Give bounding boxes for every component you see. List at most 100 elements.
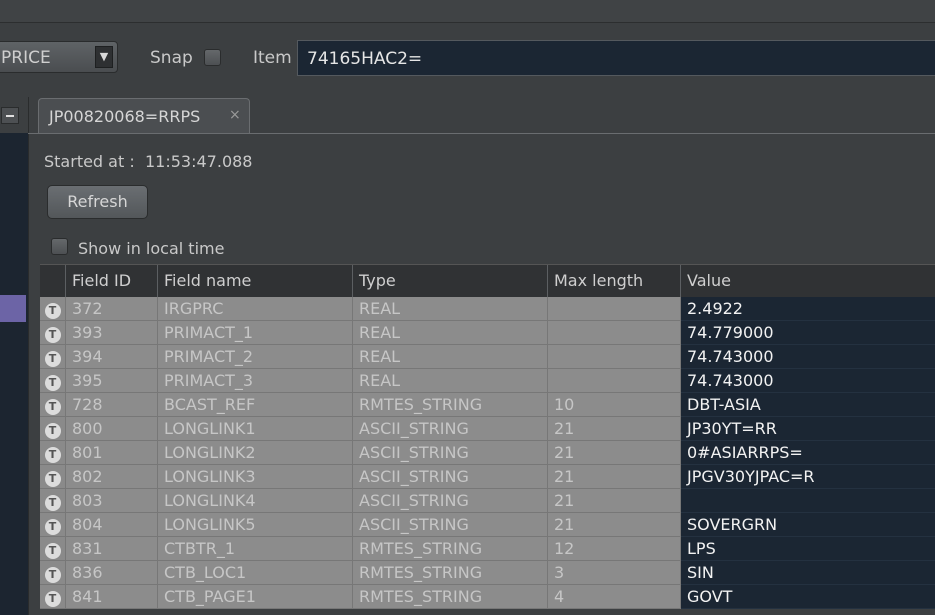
row-type-icon: T bbox=[40, 561, 66, 585]
table-row[interactable]: T 372 IRGPRC REAL 2.4922 bbox=[40, 297, 935, 321]
table-row[interactable]: T 831 CTBTR_1 RMTES_STRING 12 LPS bbox=[40, 537, 935, 561]
field-name-cell: CTBTR_1 bbox=[158, 537, 353, 561]
row-type-icon: T bbox=[40, 321, 66, 345]
field-name-cell: PRIMACT_1 bbox=[158, 321, 353, 345]
type-cell: REAL bbox=[353, 297, 548, 321]
table-row[interactable]: T 802 LONGLINK3 ASCII_STRING 21 JPGV30YJPAC=R bbox=[40, 465, 935, 489]
type-cell: RMTES_STRING bbox=[353, 561, 548, 585]
table-row[interactable]: T 836 CTB_LOC1 RMTES_STRING 3 SIN bbox=[40, 561, 935, 585]
left-panel bbox=[0, 97, 29, 615]
started-at-time: 11:53:47.088 bbox=[145, 152, 253, 171]
row-type-icon: T bbox=[40, 417, 66, 441]
started-at-label: Started at : bbox=[44, 152, 135, 171]
info-icon: T bbox=[44, 471, 61, 487]
value-cell: GOVT bbox=[681, 585, 935, 609]
value-cell: SIN bbox=[681, 561, 935, 585]
table-header: Field ID Field name Type Max length Valu… bbox=[40, 264, 935, 297]
max-length-cell: 21 bbox=[548, 417, 681, 441]
combo-value: PRICE bbox=[1, 48, 51, 68]
max-length-cell: 21 bbox=[548, 513, 681, 537]
field-name-cell: IRGPRC bbox=[158, 297, 353, 321]
table-row[interactable]: T 394 PRIMACT_2 REAL 74.743000 bbox=[40, 345, 935, 369]
field-name-cell: PRIMACT_3 bbox=[158, 369, 353, 393]
max-length-cell: 21 bbox=[548, 465, 681, 489]
local-time-checkbox[interactable] bbox=[51, 238, 68, 255]
header-value[interactable]: Value bbox=[681, 265, 935, 297]
row-type-icon: T bbox=[40, 393, 66, 417]
max-length-cell bbox=[548, 369, 681, 393]
max-length-cell: 21 bbox=[548, 441, 681, 465]
field-id-cell: 728 bbox=[66, 393, 158, 417]
max-length-cell: 10 bbox=[548, 393, 681, 417]
row-type-icon: T bbox=[40, 441, 66, 465]
refresh-button[interactable]: Refresh bbox=[47, 185, 148, 219]
value-cell: 74.743000 bbox=[681, 345, 935, 369]
table-row[interactable]: T 800 LONGLINK1 ASCII_STRING 21 JP30YT=RR bbox=[40, 417, 935, 441]
type-cell: ASCII_STRING bbox=[353, 513, 548, 537]
field-id-cell: 394 bbox=[66, 345, 158, 369]
field-name-cell: PRIMACT_2 bbox=[158, 345, 353, 369]
item-input[interactable]: 74165HAC2= bbox=[297, 40, 935, 76]
info-icon: T bbox=[44, 399, 61, 415]
item-label: Item bbox=[253, 48, 292, 68]
field-id-cell: 836 bbox=[66, 561, 158, 585]
field-set-combobox[interactable]: PRICE ▼ bbox=[0, 41, 118, 73]
field-id-cell: 841 bbox=[66, 585, 158, 609]
type-cell: RMTES_STRING bbox=[353, 537, 548, 561]
value-cell: LPS bbox=[681, 537, 935, 561]
type-cell: ASCII_STRING bbox=[353, 489, 548, 513]
field-id-cell: 804 bbox=[66, 513, 158, 537]
header-icon-column bbox=[40, 265, 66, 297]
type-cell: ASCII_STRING bbox=[353, 417, 548, 441]
table-row[interactable]: T 728 BCAST_REF RMTES_STRING 10 DBT-ASIA bbox=[40, 393, 935, 417]
header-max-length[interactable]: Max length bbox=[548, 265, 681, 297]
max-length-cell bbox=[548, 321, 681, 345]
table-row[interactable]: T 804 LONGLINK5 ASCII_STRING 21 SOVERGRN bbox=[40, 513, 935, 537]
tab-ric[interactable]: JP00820068=RRPS × bbox=[38, 98, 250, 134]
close-icon[interactable]: × bbox=[229, 107, 241, 123]
fields-table: Field ID Field name Type Max length Valu… bbox=[40, 264, 935, 615]
row-type-icon: T bbox=[40, 489, 66, 513]
type-cell: ASCII_STRING bbox=[353, 441, 548, 465]
field-name-cell: LONGLINK5 bbox=[158, 513, 353, 537]
local-time-label: Show in local time bbox=[78, 239, 225, 258]
field-id-cell: 393 bbox=[66, 321, 158, 345]
type-cell: ASCII_STRING bbox=[353, 465, 548, 489]
header-type[interactable]: Type bbox=[353, 265, 548, 297]
info-icon: T bbox=[44, 303, 61, 319]
table-row[interactable]: T 395 PRIMACT_3 REAL 74.743000 bbox=[40, 369, 935, 393]
info-icon: T bbox=[44, 591, 61, 607]
left-panel-selected-item[interactable] bbox=[0, 295, 26, 322]
header-field-name[interactable]: Field name bbox=[158, 265, 353, 297]
max-length-cell: 21 bbox=[548, 489, 681, 513]
value-cell: 2.4922 bbox=[681, 297, 935, 321]
header-field-id[interactable]: Field ID bbox=[66, 265, 158, 297]
max-length-cell: 4 bbox=[548, 585, 681, 609]
field-id-cell: 803 bbox=[66, 489, 158, 513]
value-cell: JPGV30YJPAC=R bbox=[681, 465, 935, 489]
max-length-cell: 12 bbox=[548, 537, 681, 561]
snap-checkbox[interactable] bbox=[204, 49, 221, 66]
type-cell: REAL bbox=[353, 321, 548, 345]
table-row[interactable]: T 841 CTB_PAGE1 RMTES_STRING 4 GOVT bbox=[40, 585, 935, 609]
value-cell bbox=[681, 489, 935, 513]
table-row[interactable]: T 393 PRIMACT_1 REAL 74.779000 bbox=[40, 321, 935, 345]
minimize-icon[interactable] bbox=[1, 107, 19, 124]
table-row[interactable]: T 801 LONGLINK2 ASCII_STRING 21 0#ASIARRPS= bbox=[40, 441, 935, 465]
field-name-cell: LONGLINK1 bbox=[158, 417, 353, 441]
value-cell: 0#ASIARRPS= bbox=[681, 441, 935, 465]
field-name-cell: LONGLINK2 bbox=[158, 441, 353, 465]
value-cell: 74.779000 bbox=[681, 321, 935, 345]
info-icon: T bbox=[44, 543, 61, 559]
chevron-down-icon[interactable]: ▼ bbox=[95, 46, 113, 68]
tab-label: JP00820068=RRPS bbox=[49, 107, 201, 126]
field-id-cell: 801 bbox=[66, 441, 158, 465]
row-type-icon: T bbox=[40, 537, 66, 561]
table-row[interactable]: T 803 LONGLINK4 ASCII_STRING 21 bbox=[40, 489, 935, 513]
top-strip bbox=[0, 0, 935, 23]
info-icon: T bbox=[44, 327, 61, 343]
field-name-cell: BCAST_REF bbox=[158, 393, 353, 417]
info-icon: T bbox=[44, 567, 61, 583]
info-icon: T bbox=[44, 375, 61, 391]
info-icon: T bbox=[44, 351, 61, 367]
